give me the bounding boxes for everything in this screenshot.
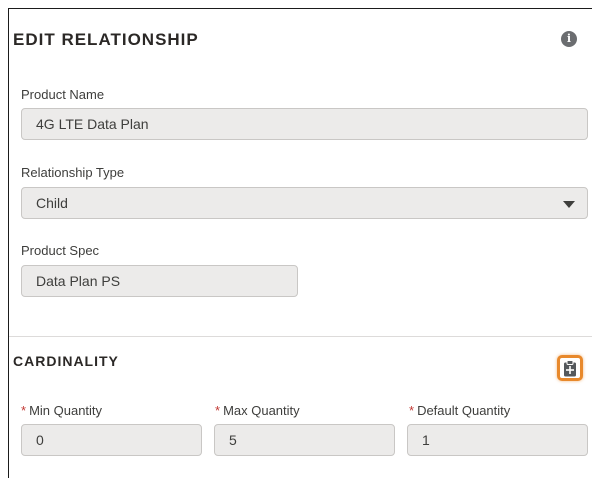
relationship-type-select[interactable]: Child — [21, 187, 588, 219]
product-name-field[interactable]: 4G LTE Data Plan — [21, 108, 588, 140]
required-marker: * — [409, 403, 415, 418]
required-marker: * — [215, 403, 221, 418]
clipboard-add-icon — [564, 360, 576, 377]
chevron-down-icon — [563, 201, 575, 208]
max-quantity-field[interactable]: 5 — [214, 424, 395, 456]
min-quantity-label: * Min Quantity — [21, 403, 103, 418]
max-quantity-value: 5 — [229, 432, 237, 448]
relationship-type-value: Child — [36, 195, 68, 211]
clipboard-add-button[interactable] — [557, 355, 583, 381]
product-spec-field[interactable]: Data Plan PS — [21, 265, 298, 297]
product-name-label: Product Name — [21, 87, 105, 102]
cardinality-title: CARDINALITY — [13, 353, 119, 369]
section-divider — [9, 336, 592, 337]
product-spec-value: Data Plan PS — [36, 273, 121, 289]
relationship-type-label: Relationship Type — [21, 165, 125, 180]
max-quantity-label: * Max Quantity — [215, 403, 300, 418]
product-spec-label: Product Spec — [21, 243, 100, 258]
default-quantity-field[interactable]: 1 — [407, 424, 588, 456]
default-quantity-value: 1 — [422, 432, 430, 448]
min-quantity-field[interactable]: 0 — [21, 424, 202, 456]
product-name-value: 4G LTE Data Plan — [36, 116, 149, 132]
page-title: EDIT RELATIONSHIP — [13, 30, 199, 49]
required-marker: * — [21, 403, 27, 418]
min-quantity-value: 0 — [36, 432, 44, 448]
default-quantity-label: * Default Quantity — [409, 403, 511, 418]
info-icon[interactable]: i — [561, 31, 577, 47]
